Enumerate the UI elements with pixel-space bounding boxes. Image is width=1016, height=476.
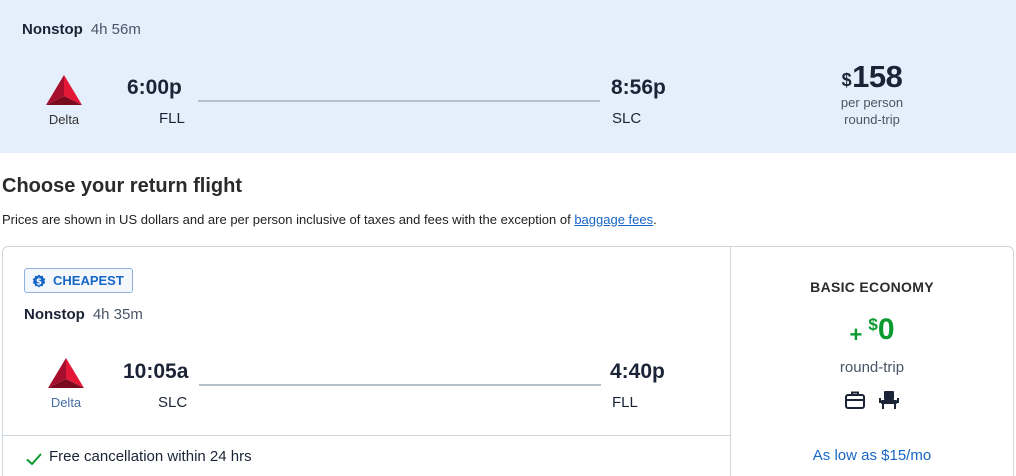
delta-logo-icon <box>46 75 82 105</box>
return-stops: Nonstop <box>24 306 85 323</box>
free-cancellation-text: Free cancellation within 24 hrs <box>49 448 252 465</box>
baggage-fees-link[interactable]: baggage fees <box>574 212 653 227</box>
checkmark-icon <box>26 453 42 466</box>
outbound-price-currency: $ <box>841 70 852 90</box>
return-depart-time: 10:05a <box>123 360 189 383</box>
outbound-price-amount: $158 <box>820 60 924 94</box>
return-route-line <box>199 384 601 386</box>
fare-trip-type: round-trip <box>839 359 905 376</box>
return-duration: 4h 35m <box>92 306 143 323</box>
fare-currency: $ <box>868 315 878 334</box>
return-flight-card[interactable]: $ CHEAPEST Nonstop 4h 35m Delta 10:05a SL… <box>2 246 1014 476</box>
page-title: Choose your return flight <box>2 175 242 197</box>
disclaimer-end: . <box>653 212 657 227</box>
selected-outbound-flight: Nonstop 4h 56m Delta 6:00p FLL 8:56p SLC … <box>0 0 1016 153</box>
outbound-arrive-airport: SLC <box>612 110 642 127</box>
return-airline: Delta <box>31 357 101 410</box>
svg-text:$: $ <box>36 277 42 287</box>
fare-name: BASIC ECONOMY <box>810 279 934 295</box>
delta-logo-icon <box>48 358 84 388</box>
fare-amount: 0 <box>877 313 895 346</box>
outbound-stops: Nonstop <box>22 21 83 38</box>
outbound-price: $158 per person round-trip <box>820 60 924 128</box>
return-flight-details[interactable]: $ CHEAPEST Nonstop 4h 35m Delta 10:05a SL… <box>3 247 731 476</box>
outbound-header: Nonstop 4h 56m <box>22 21 141 38</box>
return-depart-airport: SLC <box>158 394 188 411</box>
outbound-airline-name: Delta <box>48 112 80 127</box>
fare-amenities <box>731 389 1013 411</box>
outbound-arrive-time: 8:56p <box>611 76 666 99</box>
cancellation-policy: Free cancellation within 24 hrs <box>3 435 730 476</box>
dollar-badge-icon: $ <box>32 274 46 287</box>
outbound-route-line <box>198 100 600 102</box>
return-header: Nonstop 4h 35m <box>24 306 143 323</box>
price-disclaimer: Prices are shown in US dollars and are p… <box>2 212 657 227</box>
outbound-price-trip: round-trip <box>844 112 900 127</box>
return-airline-name: Delta <box>50 395 82 410</box>
cheapest-badge: $ CHEAPEST <box>24 268 133 293</box>
outbound-duration: 4h 56m <box>90 21 141 38</box>
outbound-depart-airport: FLL <box>159 110 185 127</box>
outbound-depart-time: 6:00p <box>127 76 182 99</box>
outbound-price-per: per person <box>840 95 904 110</box>
fare-plus-sign: + <box>849 321 863 347</box>
disclaimer-text: Prices are shown in US dollars and are p… <box>2 212 575 227</box>
return-arrive-time: 4:40p <box>610 360 665 383</box>
fare-price: + $0 <box>731 313 1013 348</box>
return-arrive-airport: FLL <box>612 394 638 411</box>
cheapest-badge-label: CHEAPEST <box>53 273 124 288</box>
outbound-price-value: 158 <box>852 59 903 94</box>
fare-option-basic-economy[interactable]: BASIC ECONOMY + $0 round-trip As low as $… <box>731 247 1013 476</box>
seat-icon <box>879 391 899 409</box>
outbound-airline: Delta <box>29 74 99 127</box>
personal-bag-icon <box>845 391 865 409</box>
installment-link[interactable]: As low as $15/mo <box>731 447 1013 464</box>
